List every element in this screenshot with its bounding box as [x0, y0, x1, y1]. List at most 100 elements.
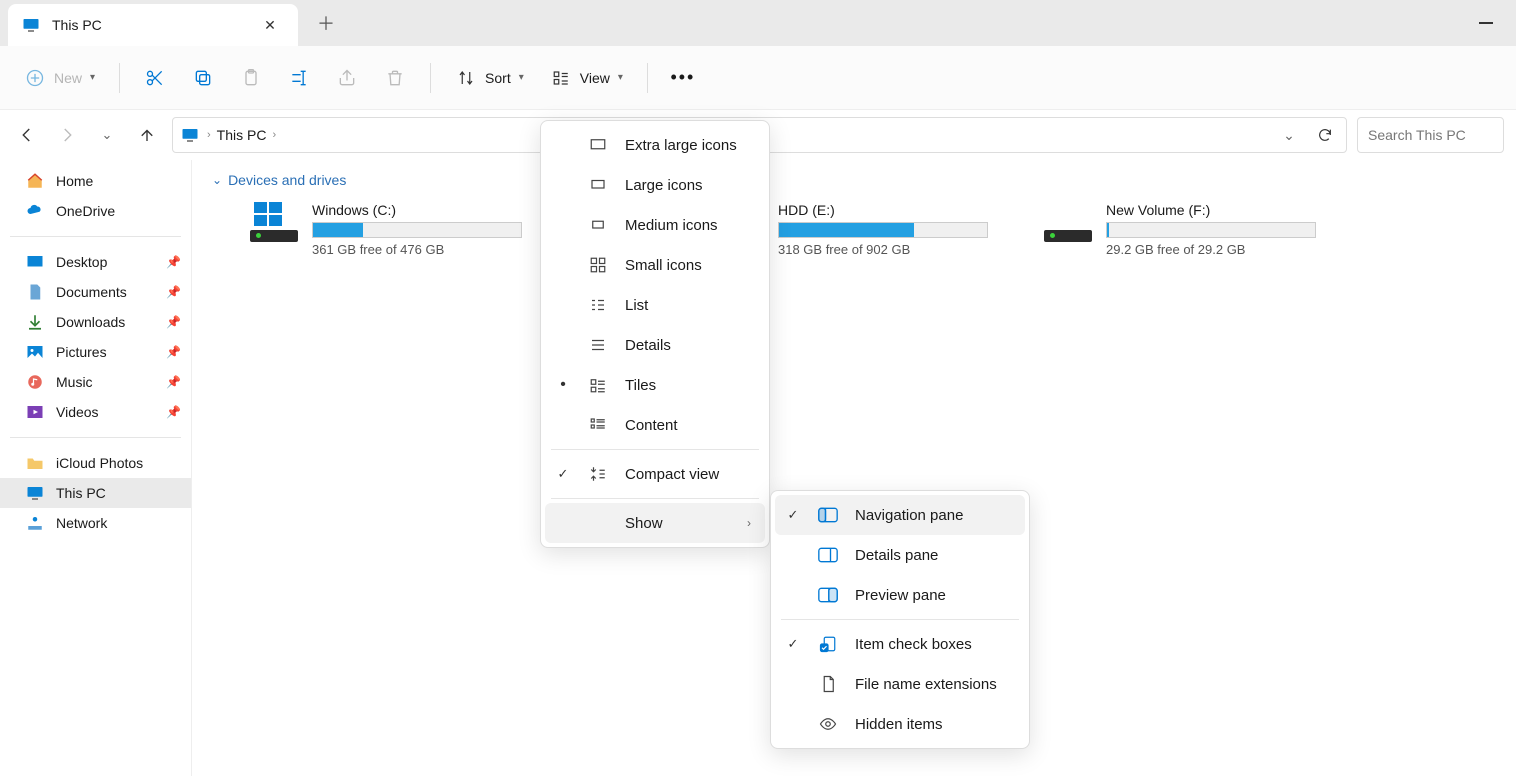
more-icon: •••: [672, 67, 694, 89]
toolbar-divider: [430, 63, 431, 93]
sidebar-item-network[interactable]: Network: [0, 508, 191, 538]
sidebar-item-desktop[interactable]: Desktop 📌: [0, 247, 191, 277]
grid-icon: [587, 254, 609, 276]
check-icon: ✓: [555, 466, 571, 482]
paste-button[interactable]: [230, 59, 272, 97]
share-button[interactable]: [326, 59, 368, 97]
grid-icon: [587, 134, 609, 156]
menu-item-compact-view[interactable]: ✓Compact view: [545, 454, 765, 494]
pin-icon: 📌: [166, 255, 181, 269]
sidebar-item-label: Videos: [56, 404, 99, 420]
delete-button[interactable]: [374, 59, 416, 97]
menu-item-preview-pane[interactable]: Preview pane: [775, 575, 1025, 615]
drive-windows-c[interactable]: Windows (C:) 361 GB free of 476 GB: [246, 198, 546, 261]
drive-icon: [250, 202, 298, 242]
menu-item-list[interactable]: List: [545, 285, 765, 325]
sidebar-item-music[interactable]: Music 📌: [0, 367, 191, 397]
menu-item-large-icons[interactable]: Large icons: [545, 165, 765, 205]
sidebar-item-label: Music: [56, 374, 93, 390]
menu-item-navigation-pane[interactable]: ✓Navigation pane: [775, 495, 1025, 535]
menu-item-hidden-items[interactable]: Hidden items: [775, 704, 1025, 744]
music-icon: [24, 371, 46, 393]
sidebar-item-videos[interactable]: Videos 📌: [0, 397, 191, 427]
folder-icon: [24, 452, 46, 474]
drive-list: Windows (C:) 361 GB free of 476 GB MB HD…: [206, 198, 1502, 261]
back-button[interactable]: [12, 120, 42, 150]
tab-this-pc[interactable]: This PC ✕: [8, 4, 298, 46]
sidebar-item-onedrive[interactable]: OneDrive: [0, 196, 191, 226]
menu-item-item-check-boxes[interactable]: ✓Item check boxes: [775, 624, 1025, 664]
pin-icon: 📌: [166, 405, 181, 419]
sidebar-item-documents[interactable]: Documents 📌: [0, 277, 191, 307]
address-history-button[interactable]: ⌄: [1274, 120, 1304, 150]
scissors-icon: [144, 67, 166, 89]
sidebar-item-icloud-photos[interactable]: iCloud Photos: [0, 448, 191, 478]
recent-locations-button[interactable]: ⌄: [92, 120, 122, 150]
search-placeholder: Search This PC: [1368, 127, 1466, 143]
sidebar-separator: [10, 236, 181, 237]
monitor-icon: [20, 14, 42, 36]
rename-button[interactable]: [278, 59, 320, 97]
search-input[interactable]: Search This PC: [1357, 117, 1504, 153]
grid-icon: [587, 174, 609, 196]
menu-item-extra-large-icons[interactable]: Extra large icons: [545, 125, 765, 165]
tab-close-button[interactable]: ✕: [260, 17, 280, 34]
sidebar-item-home[interactable]: Home: [0, 166, 191, 196]
menu-item-medium-icons[interactable]: Medium icons: [545, 205, 765, 245]
menu-item-show[interactable]: Show›: [545, 503, 765, 543]
show-submenu: ✓Navigation pane Details pane Preview pa…: [770, 490, 1030, 749]
sidebar: Home OneDrive Desktop 📌 Documents 📌 Down…: [0, 160, 192, 776]
tab-title: This PC: [52, 17, 102, 33]
sidebar-item-label: This PC: [56, 485, 106, 501]
copy-button[interactable]: [182, 59, 224, 97]
minimize-button[interactable]: [1466, 8, 1506, 38]
menu-item-details[interactable]: Details: [545, 325, 765, 365]
sidebar-separator: [10, 437, 181, 438]
menu-item-tiles[interactable]: •Tiles: [545, 365, 765, 405]
sidebar-item-label: Home: [56, 173, 93, 189]
sidebar-item-pictures[interactable]: Pictures 📌: [0, 337, 191, 367]
view-button[interactable]: View ▾: [540, 59, 633, 97]
desktop-icon: [24, 251, 46, 273]
view-button-label: View: [580, 70, 610, 86]
cut-button[interactable]: [134, 59, 176, 97]
drive-name: HDD (E:): [778, 202, 988, 218]
more-button[interactable]: •••: [662, 59, 704, 97]
menu-separator: [551, 498, 759, 499]
drive-free-text: 361 GB free of 476 GB: [312, 242, 522, 257]
new-button-label: New: [54, 70, 82, 86]
list-icon: [587, 294, 609, 316]
menu-item-small-icons[interactable]: Small icons: [545, 245, 765, 285]
menu-item-content[interactable]: Content: [545, 405, 765, 445]
drive-name: Windows (C:): [312, 202, 522, 218]
refresh-button[interactable]: [1310, 120, 1340, 150]
check-icon: ✓: [785, 636, 801, 652]
toolbar-divider: [119, 63, 120, 93]
windows-logo-icon: [254, 202, 282, 226]
sidebar-item-downloads[interactable]: Downloads 📌: [0, 307, 191, 337]
drive-name: New Volume (F:): [1106, 202, 1316, 218]
drive-new-volume-f[interactable]: New Volume (F:) 29.2 GB free of 29.2 GB: [1040, 198, 1340, 261]
chevron-right-icon: ›: [272, 129, 276, 141]
up-button[interactable]: [132, 120, 162, 150]
group-header-devices-and-drives[interactable]: ⌄ Devices and drives: [206, 168, 1502, 198]
address-location[interactable]: This PC: [217, 127, 267, 143]
sort-button[interactable]: Sort ▾: [445, 59, 534, 97]
forward-button[interactable]: [52, 120, 82, 150]
sort-icon: [455, 67, 477, 89]
chevron-down-icon: ▾: [519, 72, 524, 83]
menu-item-file-name-extensions[interactable]: File name extensions: [775, 664, 1025, 704]
menu-item-details-pane[interactable]: Details pane: [775, 535, 1025, 575]
view-menu: Extra large icons Large icons Medium ico…: [540, 120, 770, 548]
details-icon: [587, 334, 609, 356]
clipboard-icon: [240, 67, 262, 89]
pin-icon: 📌: [166, 315, 181, 329]
new-button[interactable]: New ▾: [14, 59, 105, 97]
sidebar-item-label: Documents: [56, 284, 127, 300]
drive-free-text: 29.2 GB free of 29.2 GB: [1106, 242, 1316, 257]
radio-selected-icon: •: [555, 376, 571, 394]
sidebar-item-this-pc[interactable]: This PC: [0, 478, 191, 508]
new-tab-button[interactable]: ＋: [306, 3, 346, 43]
videos-icon: [24, 401, 46, 423]
rename-icon: [288, 67, 310, 89]
